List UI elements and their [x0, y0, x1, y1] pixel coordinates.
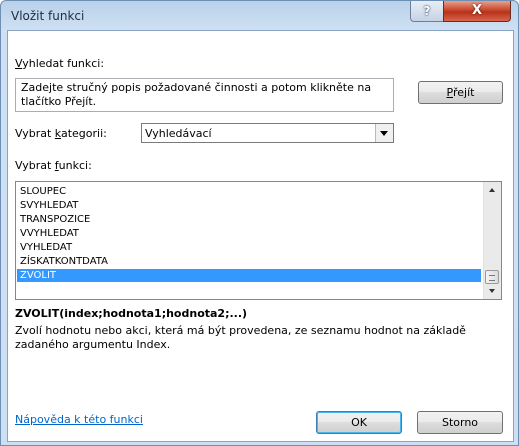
scroll-up-arrow-icon[interactable] — [484, 182, 501, 199]
list-item[interactable]: SVYHLEDAT — [17, 199, 481, 212]
search-label: Vyhledat funkci: — [15, 57, 105, 70]
list-item[interactable]: TRANSPOZICE — [17, 213, 481, 226]
function-list-label: Vybrat funkci: — [15, 159, 92, 172]
close-button[interactable]: X — [443, 1, 511, 22]
category-selected-value: Vyhledávací — [145, 127, 212, 140]
function-help-link[interactable]: Nápověda k této funkci — [15, 413, 143, 426]
scroll-down-arrow-icon[interactable] — [484, 282, 501, 299]
insert-function-dialog: Vložit funkci ? X Vyhledat funkci: Zadej… — [0, 0, 519, 446]
help-button[interactable]: ? — [410, 1, 444, 22]
function-syntax: ZVOLIT(index;hodnota1;hodnota2;...) — [15, 307, 248, 320]
dialog-title: Vložit funkci — [11, 9, 85, 23]
title-bar[interactable]: Vložit funkci ? X — [1, 1, 518, 31]
category-label: Vybrat kategorii: — [15, 127, 107, 140]
list-item[interactable]: ZÍSKATKONTDATA — [17, 255, 481, 268]
list-item[interactable]: VVYHLEDAT — [17, 227, 481, 240]
ok-button[interactable]: OK — [316, 411, 402, 434]
list-item-selected[interactable]: ZVOLIT — [17, 269, 481, 282]
search-input[interactable]: Zadejte stručný popis požadované činnost… — [15, 78, 394, 112]
dialog-body: Vyhledat funkci: Zadejte stručný popis p… — [7, 30, 514, 442]
chevron-down-icon[interactable] — [375, 124, 393, 142]
function-description: Zvolí hodnotu nebo akci, která má být pr… — [15, 324, 466, 351]
listbox-scrollbar[interactable] — [483, 182, 501, 299]
go-button[interactable]: Přejít — [418, 81, 503, 104]
function-listbox[interactable]: SLOUPEC SVYHLEDAT TRANSPOZICE VVYHLEDAT … — [15, 181, 502, 300]
cancel-button[interactable]: Storno — [417, 411, 503, 434]
list-item[interactable]: VYHLEDAT — [17, 241, 481, 254]
category-select[interactable]: Vyhledávací — [141, 123, 394, 143]
list-item[interactable]: SLOUPEC — [17, 185, 481, 198]
